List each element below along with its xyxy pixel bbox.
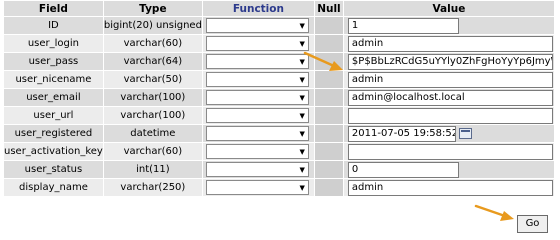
arrow-annotation-icon — [474, 204, 514, 221]
arrow-annotation-icon — [303, 51, 343, 71]
annotation-arrows — [303, 51, 514, 221]
